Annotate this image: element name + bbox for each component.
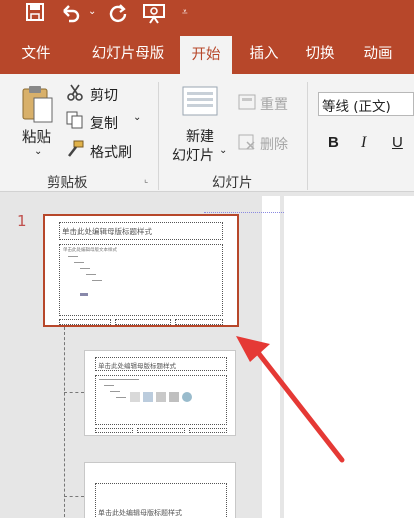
arrow-shaft (253, 347, 345, 463)
annotation-arrow (236, 336, 345, 463)
